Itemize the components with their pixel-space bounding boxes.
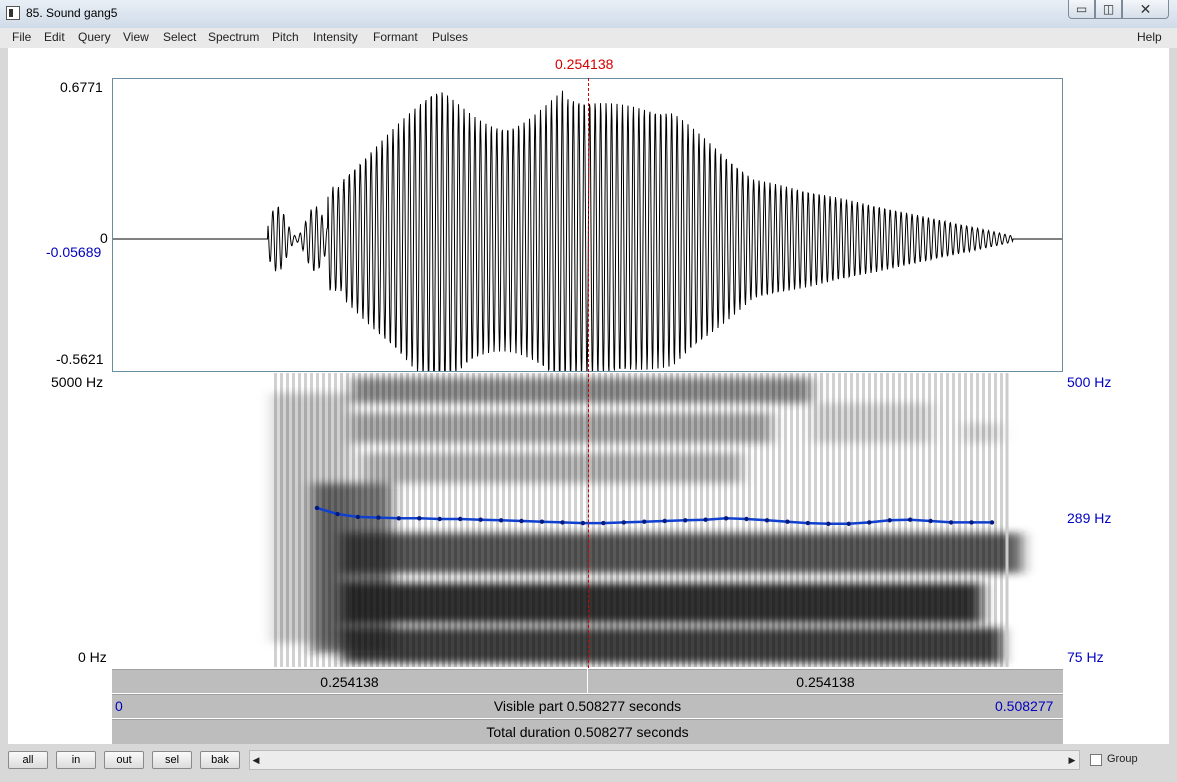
group-checkbox[interactable] (1090, 754, 1102, 766)
pitch-point (764, 518, 770, 523)
pitch-point (928, 518, 933, 524)
pitch-point (560, 520, 565, 525)
pitch-axis-bottom: 75 Hz (1067, 649, 1104, 665)
pitch-point (621, 520, 626, 525)
visible-end-time: 0.508277 (995, 698, 1054, 714)
spectrogram-ymax: 5000 Hz (51, 374, 104, 390)
pitch-point (478, 517, 483, 522)
pitch-point (498, 518, 504, 523)
waveform-cursor-value: -0.05689 (46, 244, 102, 260)
pitch-point (417, 516, 422, 521)
menu-select[interactable]: Select (163, 30, 196, 44)
cursor-time-label: 0.254138 (555, 56, 614, 72)
total-duration-bar[interactable]: Total duration 0.508277 seconds (112, 719, 1063, 744)
pitch-point (458, 516, 463, 522)
pitch-point (744, 516, 749, 522)
pitch-axis-top: 500 Hz (1067, 374, 1112, 390)
menu-query[interactable]: Query (78, 30, 111, 44)
menu-view[interactable]: View (123, 30, 149, 44)
pitch-point (908, 517, 913, 522)
pitch-point (519, 518, 524, 524)
pitch-point (867, 520, 872, 525)
menu-pulses[interactable]: Pulses (432, 30, 468, 44)
time-segment-left[interactable]: 0.254138 (112, 669, 587, 693)
pitch-point (314, 505, 320, 511)
app-icon (6, 6, 20, 20)
pitch-point (948, 520, 954, 525)
pitch-point (580, 520, 586, 526)
pitch-point (437, 516, 442, 522)
pitch-axis-mid: 289 Hz (1067, 510, 1112, 526)
pitch-point (335, 511, 340, 517)
zoom-selection-button[interactable]: sel (152, 751, 192, 769)
waveform-ymax: 0.6771 (60, 79, 103, 95)
window-title: 85. Sound gang5 (26, 6, 118, 20)
pitch-point (989, 520, 995, 525)
close-button[interactable]: ✕ (1122, 0, 1169, 19)
pitch-point (723, 516, 729, 521)
time-segment-right[interactable]: 0.254138 (588, 669, 1063, 693)
zoom-all-button[interactable]: all (8, 751, 48, 769)
title-bar (0, 0, 1177, 29)
pitch-point (355, 514, 361, 520)
menu-edit[interactable]: Edit (44, 30, 65, 44)
pitch-point (376, 515, 381, 520)
scroll-right-arrow-icon[interactable]: ▶ (1065, 750, 1079, 770)
zoom-back-button[interactable]: bak (200, 751, 240, 769)
visible-part-bar[interactable]: Visible part 0.508277 seconds (112, 694, 1063, 718)
spectrogram-ymin: 0 Hz (78, 649, 107, 665)
pitch-point (805, 520, 811, 526)
pitch-point (969, 520, 974, 525)
pitch-point (662, 518, 667, 524)
horizontal-scrollbar[interactable] (249, 750, 1080, 770)
maximize-button[interactable]: ◫ (1095, 0, 1122, 19)
menu-intensity[interactable]: Intensity (313, 30, 358, 44)
menu-formant[interactable]: Formant (373, 30, 418, 44)
pitch-point (703, 517, 708, 522)
waveform-ymin: -0.5621 (56, 351, 104, 367)
zoom-out-button[interactable]: out (104, 751, 144, 769)
menu-pitch[interactable]: Pitch (272, 30, 299, 44)
menu-file[interactable]: File (12, 30, 31, 44)
pitch-point (601, 520, 606, 526)
menu-help[interactable]: Help (1137, 30, 1162, 44)
group-label: Group (1107, 753, 1138, 765)
zoom-in-button[interactable]: in (56, 751, 96, 769)
pitch-point (887, 518, 892, 523)
cursor-line (588, 78, 589, 668)
pitch-point (642, 519, 647, 524)
pitch-point (539, 519, 545, 524)
minimize-button[interactable]: ▭ (1068, 0, 1095, 19)
pitch-point (396, 516, 401, 521)
pitch-point (826, 521, 831, 526)
pitch-point (683, 518, 688, 523)
menu-spectrum[interactable]: Spectrum (208, 30, 259, 44)
pitch-point (785, 519, 790, 524)
scroll-left-arrow-icon[interactable]: ◀ (249, 750, 263, 770)
pitch-point (846, 521, 851, 526)
visible-start-time: 0 (115, 698, 123, 714)
